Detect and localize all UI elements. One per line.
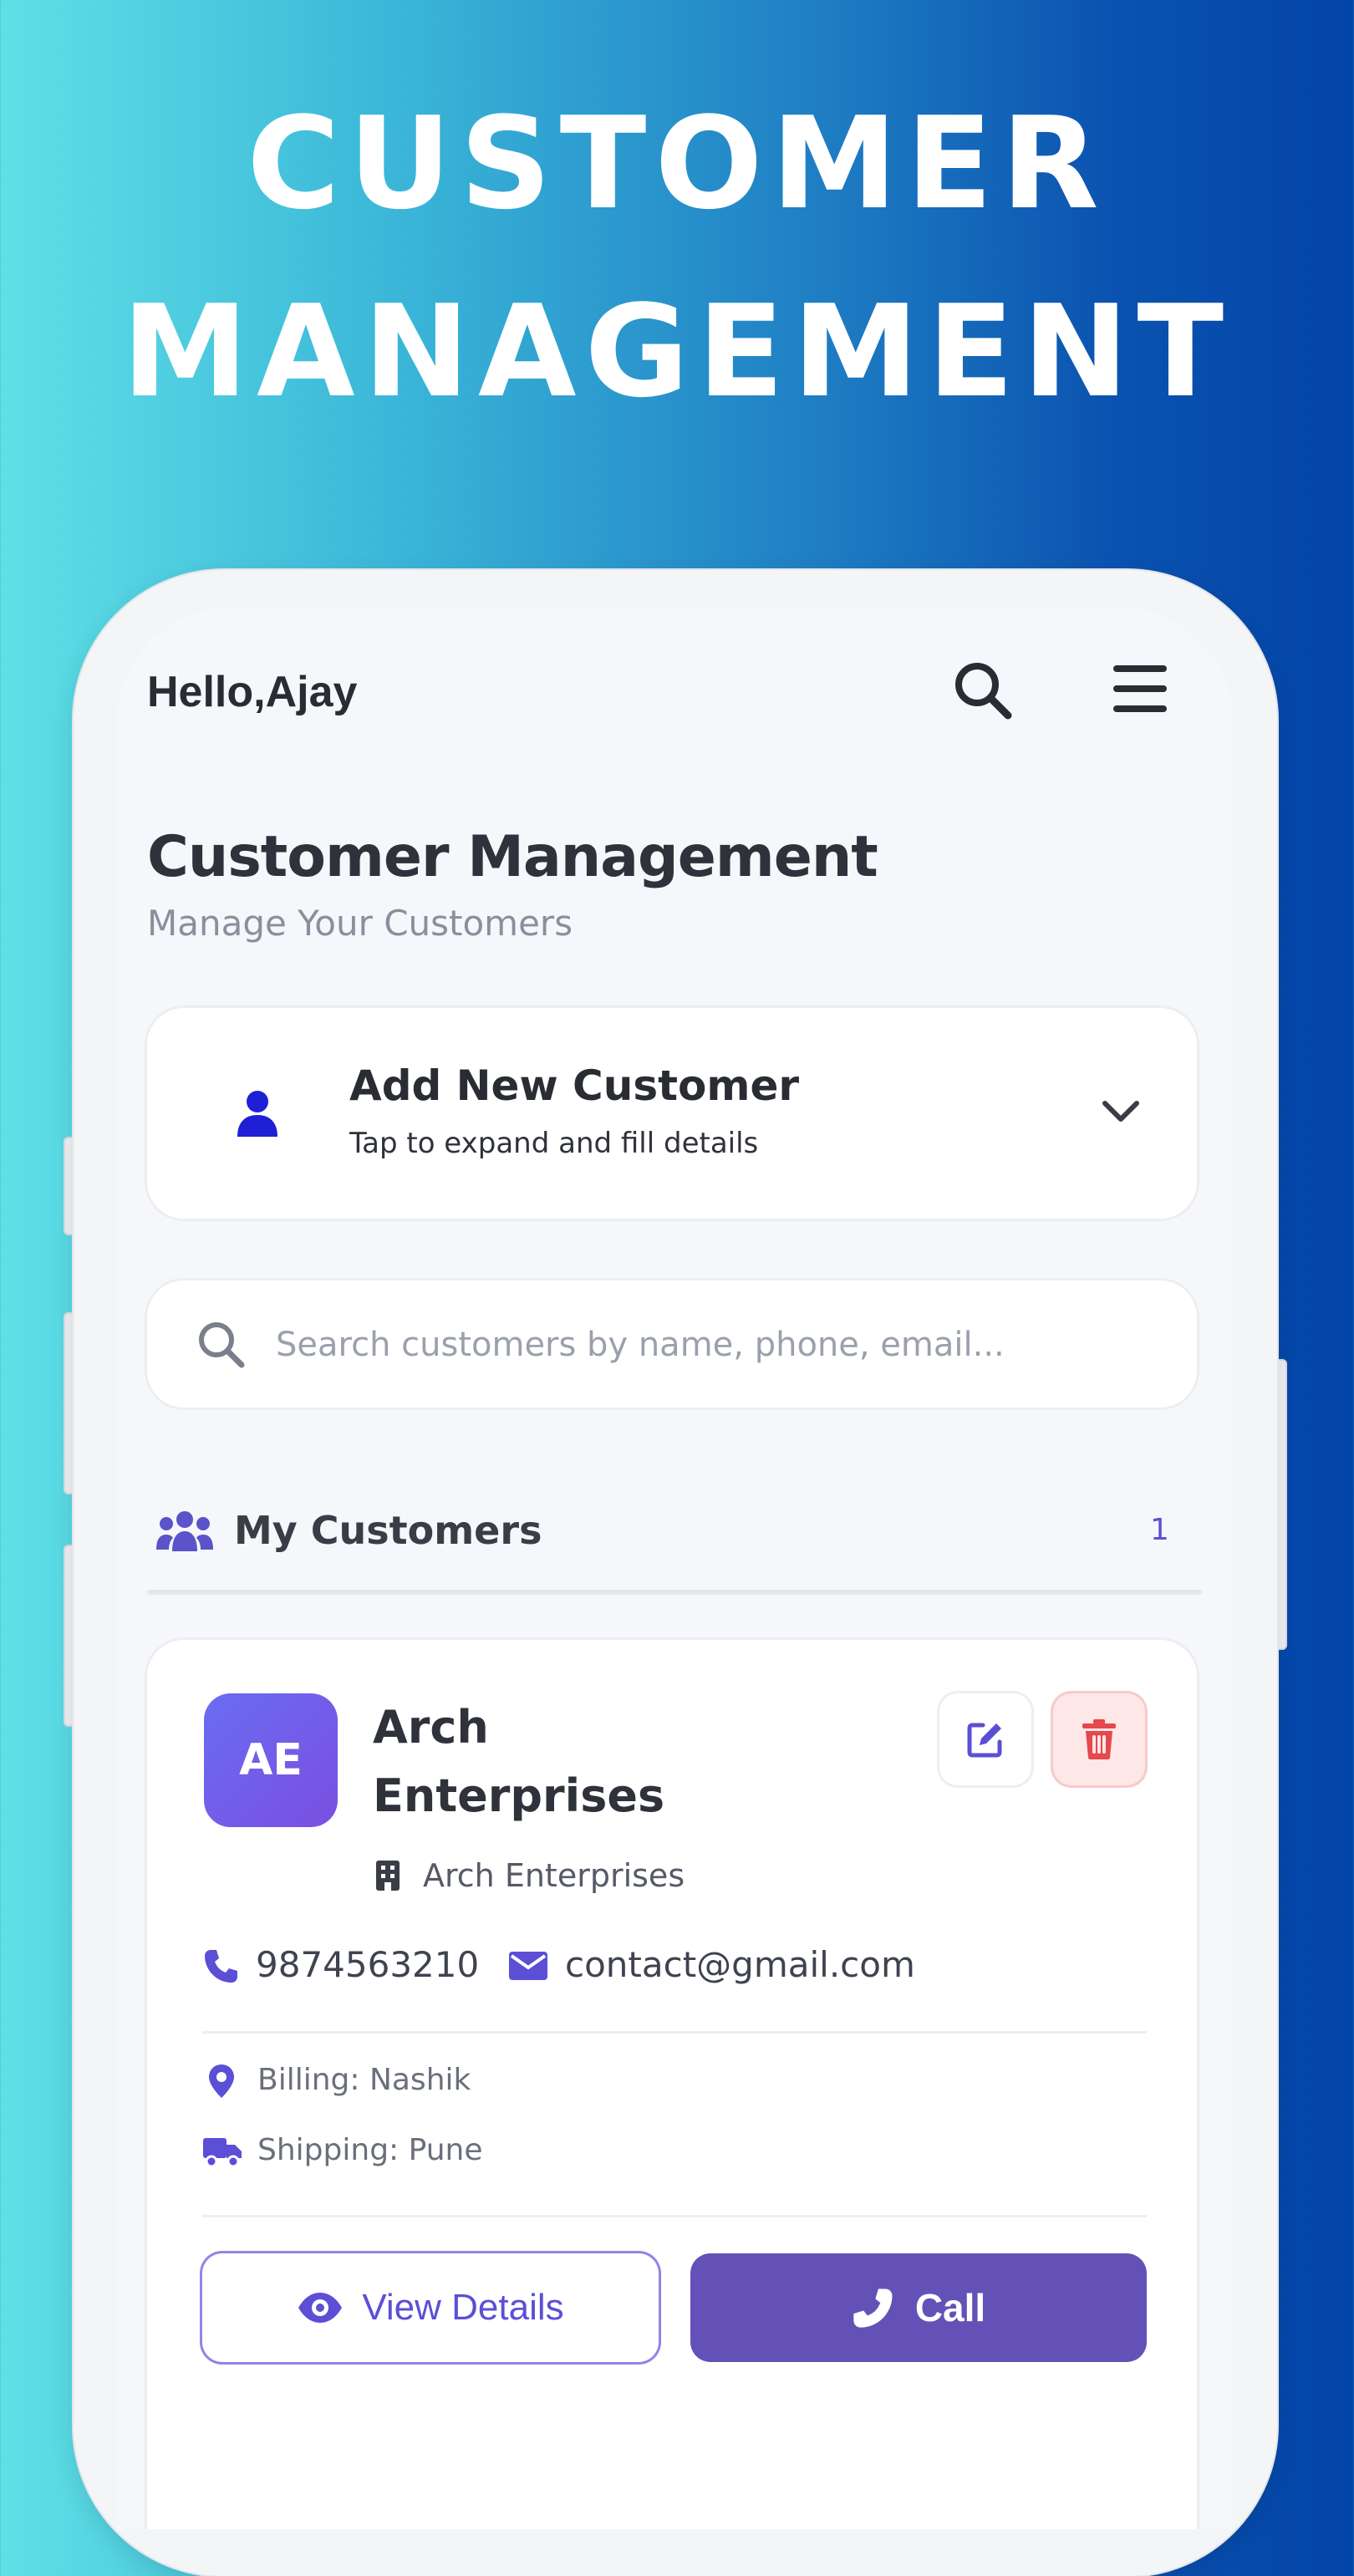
email-icon [508, 1951, 548, 1981]
billing-address: Billing: Nashik [257, 2063, 471, 2097]
card-divider [202, 2215, 1147, 2217]
search-icon[interactable] [949, 657, 1016, 724]
shipping-address: Shipping: Pune [257, 2133, 483, 2167]
card-divider [202, 2031, 1147, 2034]
phone-icon [202, 1947, 239, 1984]
search-field-icon [194, 1317, 247, 1371]
promo-title-line2: MANAGEMENT [121, 277, 1233, 425]
eye-icon [298, 2293, 343, 2323]
add-customer-card[interactable]: Add New Customer Tap to expand and fill … [147, 1008, 1197, 1219]
customer-email[interactable]: contact@gmail.com [565, 1944, 915, 1985]
truck-icon [202, 2136, 242, 2168]
customer-count-badge: 1 [1150, 1513, 1169, 1547]
avatar: AE [204, 1693, 338, 1827]
page-subtitle: Manage Your Customers [147, 903, 573, 944]
view-details-label: View Details [362, 2287, 564, 2328]
edit-button[interactable] [939, 1693, 1031, 1785]
building-icon [374, 1859, 401, 1892]
section-title: My Customers [234, 1508, 542, 1553]
location-pin-icon [207, 2063, 236, 2100]
customer-phone[interactable]: 9874563210 [256, 1944, 479, 1985]
promo-title-line1: CUSTOMER [247, 89, 1107, 237]
menu-icon[interactable] [1112, 662, 1168, 715]
greeting-text: Hello,Ajay [147, 668, 358, 716]
search-card [147, 1280, 1197, 1408]
edit-icon [967, 1723, 1002, 1758]
user-icon [234, 1088, 281, 1138]
company-name: Arch Enterprises [423, 1857, 685, 1894]
delete-button[interactable] [1053, 1693, 1145, 1785]
add-customer-title: Add New Customer [349, 1061, 800, 1110]
app-screen: Hello,Ajay Customer Management Manage Yo… [117, 607, 1234, 2529]
chevron-down-icon[interactable] [1100, 1097, 1142, 1127]
trash-icon [1082, 1719, 1116, 1759]
add-customer-subtitle: Tap to expand and fill details [349, 1127, 759, 1160]
phone-icon [853, 2288, 893, 2328]
call-label: Call [914, 2286, 986, 2329]
users-icon [155, 1509, 214, 1553]
section-divider [147, 1590, 1202, 1595]
customer-name: Arch Enterprises [373, 1701, 665, 1822]
customer-card: AE Arch Enterprises Arch Enterprises 987… [147, 1640, 1197, 2529]
call-button[interactable]: Call [690, 2253, 1147, 2362]
view-details-button[interactable]: View Details [202, 2253, 659, 2362]
page-title: Customer Management [147, 824, 878, 890]
search-input[interactable] [274, 1311, 1163, 1379]
